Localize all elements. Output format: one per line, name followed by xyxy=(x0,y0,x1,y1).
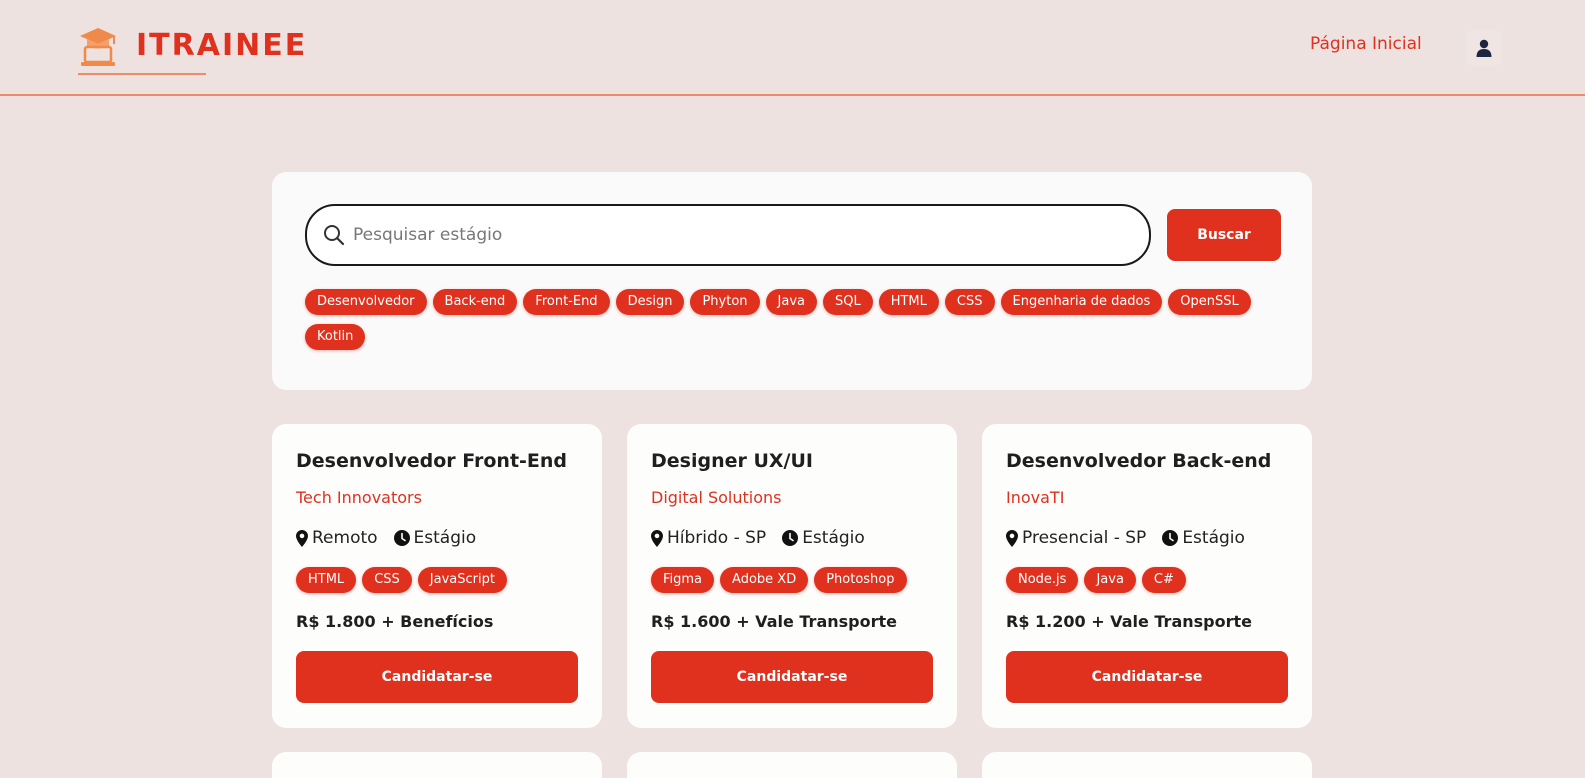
job-salary: R$ 1.600 + Vale Transporte xyxy=(651,612,897,631)
nav-home-link[interactable]: Página Inicial xyxy=(1310,34,1422,54)
map-pin-icon xyxy=(1006,529,1018,547)
company-name: Tech Innovators xyxy=(296,488,422,507)
top-header: ITRAINEE Página Inicial xyxy=(0,0,1585,96)
brand-name: ITRAINEE xyxy=(136,28,308,63)
skill-tag: Figma xyxy=(651,567,715,593)
brand-underline xyxy=(78,73,206,75)
job-meta: Híbrido - SP Estágio xyxy=(651,528,881,548)
job-location-text: Híbrido - SP xyxy=(667,528,767,548)
skill-tags: Figma Adobe XD Photoshop xyxy=(651,567,907,593)
job-type-text: Estágio xyxy=(802,528,865,548)
filter-tag[interactable]: Design xyxy=(615,289,685,315)
clock-icon xyxy=(782,530,799,546)
job-type: Estágio xyxy=(1162,528,1245,548)
search-button[interactable]: Buscar xyxy=(1167,209,1281,261)
filter-tag[interactable]: OpenSSL xyxy=(1168,289,1251,315)
job-card-partial xyxy=(272,752,602,778)
filter-tag[interactable]: Phyton xyxy=(690,289,760,315)
job-title: Desenvolvedor Back-end xyxy=(1006,450,1272,472)
skill-tags: HTML CSS JavaScript xyxy=(296,567,507,593)
job-location-text: Presencial - SP xyxy=(1022,528,1147,548)
skill-tag: Adobe XD xyxy=(720,567,809,593)
map-pin-icon xyxy=(296,529,308,547)
job-meta: Remoto Estágio xyxy=(296,528,492,548)
job-type: Estágio xyxy=(393,528,477,548)
job-salary: R$ 1.200 + Vale Transporte xyxy=(1006,612,1252,631)
job-type-text: Estágio xyxy=(1182,528,1245,548)
filter-tag[interactable]: SQL xyxy=(822,289,873,315)
brand-logo[interactable]: ITRAINEE xyxy=(78,26,307,76)
company-name: InovaTI xyxy=(1006,488,1065,507)
search-input[interactable] xyxy=(353,225,1133,245)
job-card-partial xyxy=(982,752,1312,778)
job-title: Designer UX/UI xyxy=(651,450,813,472)
skill-tag: Node.js xyxy=(1006,567,1079,593)
clock-icon xyxy=(1162,530,1179,546)
map-pin-icon xyxy=(651,529,663,547)
skill-tag: HTML xyxy=(296,567,357,593)
job-salary: R$ 1.800 + Benefícios xyxy=(296,612,494,631)
job-location: Remoto xyxy=(296,528,378,548)
skill-tag: JavaScript xyxy=(417,567,507,593)
filter-tags: Desenvolvedor Back-end Front-End Design … xyxy=(305,289,1265,350)
clock-icon xyxy=(393,530,410,546)
job-title: Desenvolvedor Front-End xyxy=(296,450,568,472)
filter-tag[interactable]: CSS xyxy=(944,289,995,315)
job-location: Presencial - SP xyxy=(1006,528,1146,548)
skill-tag: Java xyxy=(1084,567,1136,593)
filter-tag[interactable]: HTML xyxy=(878,289,939,315)
user-icon xyxy=(1476,39,1492,57)
job-meta: Presencial - SP Estágio xyxy=(1006,528,1261,548)
job-card: Desenvolvedor Back-end InovaTI Presencia… xyxy=(982,424,1312,728)
job-card: Desenvolvedor Front-End Tech Innovators … xyxy=(272,424,602,728)
job-type-text: Estágio xyxy=(413,528,477,548)
filter-tag[interactable]: Back-end xyxy=(432,289,518,315)
skill-tag: Photoshop xyxy=(814,567,907,593)
company-name: Digital Solutions xyxy=(651,488,782,507)
search-panel: Buscar Desenvolvedor Back-end Front-End … xyxy=(272,172,1312,390)
filter-tag[interactable]: Kotlin xyxy=(305,324,366,350)
apply-button[interactable]: Candidatar-se xyxy=(651,651,933,703)
search-icon xyxy=(324,225,345,246)
job-card: Designer UX/UI Digital Solutions Híbrido… xyxy=(627,424,957,728)
job-type: Estágio xyxy=(782,528,865,548)
filter-tag[interactable]: Desenvolvedor xyxy=(305,289,427,315)
apply-button[interactable]: Candidatar-se xyxy=(1006,651,1288,703)
skill-tag: CSS xyxy=(362,567,412,593)
user-account-button[interactable] xyxy=(1466,30,1502,66)
skill-tag: C# xyxy=(1141,567,1186,593)
job-card-partial xyxy=(627,752,957,778)
job-location: Híbrido - SP xyxy=(651,528,766,548)
laptop-graduation-cap-icon xyxy=(80,28,116,66)
search-box[interactable] xyxy=(305,204,1151,266)
filter-tag[interactable]: Front-End xyxy=(523,289,610,315)
job-location-text: Remoto xyxy=(312,528,378,548)
apply-button[interactable]: Candidatar-se xyxy=(296,651,578,703)
skill-tags: Node.js Java C# xyxy=(1006,567,1186,593)
filter-tag[interactable]: Java xyxy=(765,289,817,315)
filter-tag[interactable]: Engenharia de dados xyxy=(1000,289,1163,315)
